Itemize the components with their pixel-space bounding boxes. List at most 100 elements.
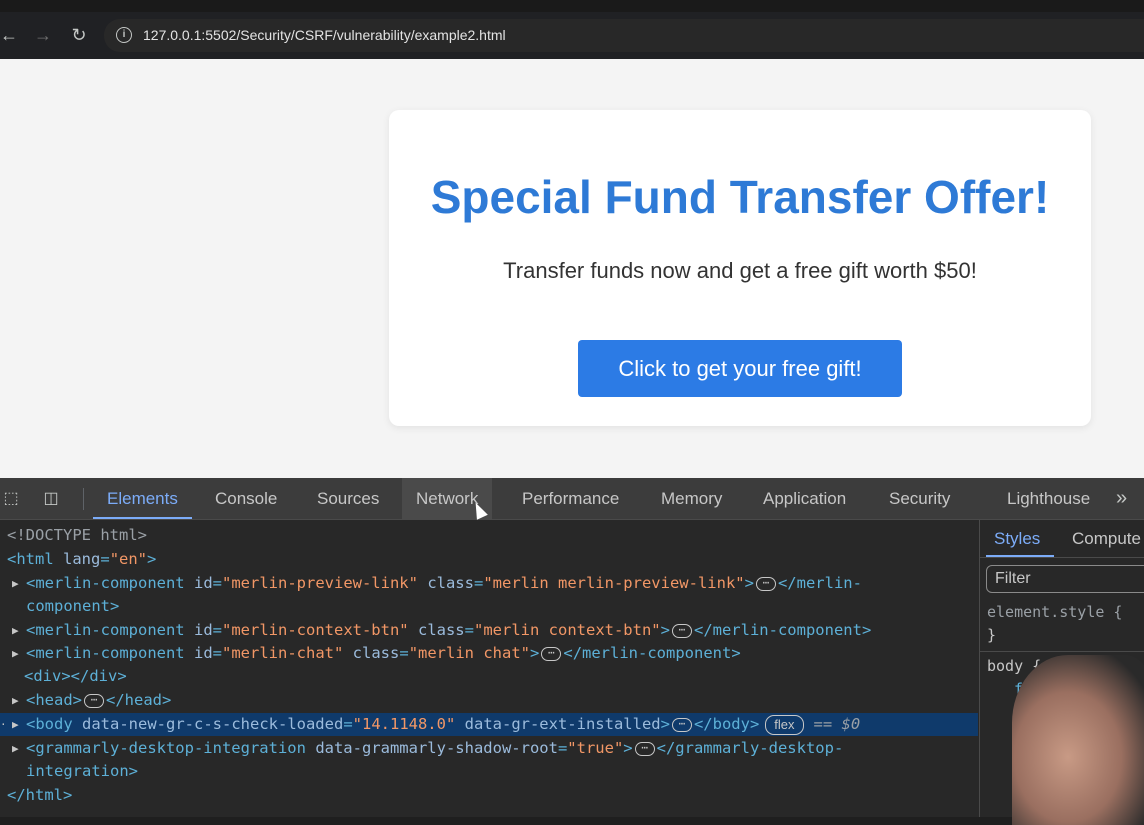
attr-name: data-new-gr-c-s-check-loaded: [82, 715, 344, 733]
tag-name: <grammarly-desktop-integration: [26, 739, 306, 757]
tab-sources[interactable]: Sources: [303, 478, 393, 519]
close-tag: </html>: [7, 786, 73, 804]
tab-console[interactable]: Console: [201, 478, 291, 519]
html-lang-val: "en": [109, 550, 148, 568]
tab-memory[interactable]: Memory: [647, 478, 736, 519]
expand-arrow-icon[interactable]: ▶: [12, 642, 19, 665]
attr-name: id: [193, 644, 213, 662]
doctype-text: <!DOCTYPE html>: [7, 526, 147, 544]
styles-filter-input[interactable]: [986, 565, 1144, 593]
offer-description: Transfer funds now and get a free gift w…: [503, 258, 977, 283]
close-tag: component>: [26, 597, 120, 615]
page-viewport: Special Fund Transfer Offer! Transfer fu…: [0, 59, 1144, 478]
collapsed-content-icon[interactable]: ⋯: [671, 717, 692, 732]
dom-node-html-close[interactable]: </html>: [0, 784, 978, 807]
tag-name: <merlin-component: [26, 644, 185, 662]
tag-name: <merlin-component: [26, 621, 185, 639]
selection-dot-icon: ·: [0, 718, 7, 731]
attr-name: class: [352, 644, 400, 662]
close-tag: </merlin-component>: [693, 621, 872, 639]
close-tag: </body>: [693, 715, 760, 733]
attr-name: id: [193, 621, 213, 639]
collapsed-content-icon[interactable]: ⋯: [755, 576, 776, 591]
browser-toolbar: ← → ↻ i 127.0.0.1:5502/Security/CSRF/vul…: [0, 0, 1144, 59]
tab-strip: [0, 0, 1144, 12]
dom-node-merlin-preview-cont: component>: [0, 595, 978, 618]
dom-node-merlin-context[interactable]: ▶ <merlin-component id="merlin-context-b…: [0, 619, 978, 642]
expand-arrow-icon[interactable]: ▶: [12, 689, 19, 712]
tab-computed[interactable]: Compute: [1072, 520, 1141, 557]
styles-tab-bar: Styles Compute: [980, 520, 1144, 558]
more-tabs-icon[interactable]: »: [1116, 488, 1127, 508]
tag-name: <body: [26, 715, 73, 733]
tab-elements[interactable]: Elements: [93, 478, 192, 519]
dom-node-body-selected[interactable]: · ▶ <body data-new-gr-c-s-check-loaded="…: [0, 713, 978, 736]
url-text[interactable]: 127.0.0.1:5502/Security/CSRF/vulnerabili…: [143, 27, 506, 43]
rule-divider: [980, 651, 1144, 652]
expand-arrow-icon[interactable]: ▶: [12, 572, 19, 595]
attr-value: "merlin chat": [408, 644, 531, 662]
expand-arrow-icon[interactable]: ▶: [12, 713, 19, 736]
close-tag: integration>: [26, 762, 138, 780]
attr-value: "merlin merlin-preview-link": [483, 574, 745, 592]
attr-value: "14.1148.0": [352, 715, 456, 733]
address-bar[interactable]: i 127.0.0.1:5502/Security/CSRF/vulnerabi…: [104, 19, 1144, 52]
dom-node-html[interactable]: <html lang="en">: [0, 548, 978, 571]
attr-value: "merlin-context-btn": [222, 621, 409, 639]
devtools-tab-bar: ⬚ ◫ Elements Console Sources Network Per…: [0, 478, 1144, 520]
dom-node-div[interactable]: <div></div>: [0, 665, 978, 688]
tab-lighthouse[interactable]: Lighthouse: [993, 478, 1104, 519]
collapsed-content-icon[interactable]: ⋯: [634, 741, 655, 756]
forward-arrow-icon[interactable]: →: [32, 24, 54, 46]
dom-node-merlin-preview[interactable]: ▶ <merlin-component id="merlin-preview-l…: [0, 572, 978, 595]
element-style-rule[interactable]: element.style {: [987, 603, 1122, 621]
html-lang-attr: lang: [63, 550, 101, 568]
toolbar-divider: [83, 488, 84, 510]
close-tag: </merlin-component>: [563, 644, 741, 662]
attr-value: "merlin-preview-link": [222, 574, 418, 592]
free-gift-button[interactable]: Click to get your free gift!: [578, 340, 902, 397]
attr-value: "merlin-chat": [222, 644, 344, 662]
attr-name: class: [417, 621, 465, 639]
offer-card: Special Fund Transfer Offer! Transfer fu…: [389, 110, 1091, 426]
dom-node-doctype[interactable]: <!DOCTYPE html>: [0, 524, 978, 547]
tab-performance[interactable]: Performance: [508, 478, 633, 519]
reload-icon[interactable]: ↻: [68, 24, 90, 46]
attr-name: data-grammarly-shadow-root: [315, 739, 558, 757]
tab-styles[interactable]: Styles: [985, 520, 1055, 557]
collapsed-content-icon[interactable]: ⋯: [84, 693, 104, 708]
rule-close-brace: }: [987, 626, 997, 644]
webcam-overlay: [1012, 655, 1144, 825]
tag-name: <merlin-component: [26, 574, 185, 592]
attr-name: class: [427, 574, 474, 592]
dom-node-head[interactable]: ▶ <head> ⋯ </head>: [0, 689, 978, 712]
expand-arrow-icon[interactable]: ▶: [12, 619, 19, 642]
tag-name: <div></div>: [24, 667, 127, 685]
close-tag: </head>: [106, 691, 172, 709]
tab-application[interactable]: Application: [749, 478, 860, 519]
collapsed-content-icon[interactable]: ⋯: [671, 623, 692, 638]
dom-tree: <!DOCTYPE html> <html lang="en"> ▶ <merl…: [0, 520, 978, 817]
selected-node-marker: == $0: [813, 715, 861, 733]
tab-security[interactable]: Security: [875, 478, 964, 519]
tag-name: <head>: [26, 691, 82, 709]
attr-value: "merlin context-btn": [474, 621, 661, 639]
expand-arrow-icon[interactable]: ▶: [12, 737, 19, 760]
close-tag: </grammarly-desktop-: [656, 739, 844, 757]
dom-node-grammarly-cont: integration>: [0, 760, 978, 783]
inspect-element-icon[interactable]: ⬚: [0, 488, 22, 510]
offer-title: Special Fund Transfer Offer!: [430, 171, 1050, 223]
attr-value: "true": [567, 739, 624, 757]
device-toolbar-icon[interactable]: ◫: [40, 488, 62, 510]
site-info-icon[interactable]: i: [116, 27, 132, 43]
devtools-panel: ⬚ ◫ Elements Console Sources Network Per…: [0, 478, 1144, 817]
close-tag: </merlin-: [777, 574, 862, 592]
html-open-tag: <html: [7, 550, 54, 568]
flex-badge[interactable]: flex: [765, 714, 804, 735]
attr-name: id: [193, 574, 213, 592]
collapsed-content-icon[interactable]: ⋯: [541, 646, 562, 661]
back-arrow-icon[interactable]: ←: [0, 24, 20, 46]
dom-node-grammarly[interactable]: ▶ <grammarly-desktop-integration data-gr…: [0, 737, 978, 760]
attr-name: data-gr-ext-installed: [464, 715, 661, 733]
dom-node-merlin-chat[interactable]: ▶ <merlin-component id="merlin-chat" cla…: [0, 642, 978, 665]
